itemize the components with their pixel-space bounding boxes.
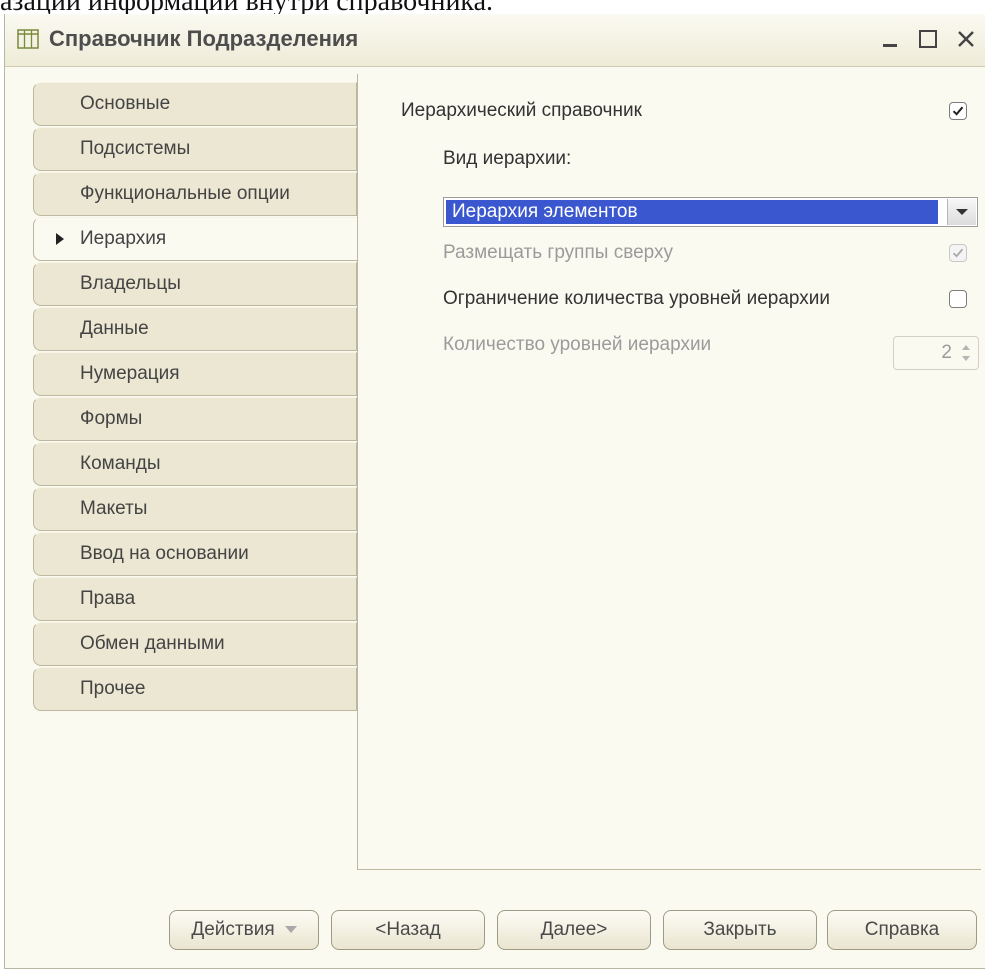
hierarchical-catalog-label: Иерархический справочник — [401, 100, 642, 121]
window-title: Справочник Подразделения — [49, 26, 359, 51]
hierarchy-kind-label: Вид иерархии: — [443, 148, 572, 169]
groups-on-top-checkbox[interactable] — [949, 244, 967, 262]
hierarchy-kind-value: Иерархия элементов — [446, 200, 938, 224]
nav-item-data[interactable]: Данные — [33, 307, 357, 351]
nav-item-label: Нумерация — [80, 363, 180, 384]
levels-count-label: Количество уровней иерархии — [443, 334, 712, 355]
sections-nav: Основные Подсистемы Функциональные опции… — [33, 82, 359, 712]
nav-item-other[interactable]: Прочее — [33, 667, 357, 711]
nav-item-label: Данные — [80, 318, 149, 339]
hierarchy-panel — [357, 74, 981, 870]
groups-on-top-label: Размещать группы сверху — [443, 242, 673, 263]
nav-item-label: Права — [80, 588, 136, 609]
nav-item-numbering[interactable]: Нумерация — [33, 352, 357, 396]
close-button-label: Закрыть — [703, 919, 777, 940]
dropdown-button[interactable] — [947, 199, 976, 225]
actions-button-label: Действия — [191, 919, 275, 940]
limit-levels-label: Ограничение количества уровней иерархии — [443, 288, 830, 309]
nav-item-hierarchy[interactable]: Иерархия — [33, 217, 359, 261]
nav-item-templates[interactable]: Макеты — [33, 487, 357, 531]
nav-item-functional-options[interactable]: Функциональные опции — [33, 172, 357, 216]
nav-item-label: Макеты — [80, 498, 148, 519]
nav-item-label: Основные — [80, 93, 171, 114]
caret-down-icon — [284, 926, 297, 934]
levels-count-value: 2 — [941, 342, 952, 363]
help-button[interactable]: Справка — [827, 910, 977, 950]
catalog-window: Справочник Подразделения Основные Подсис… — [4, 14, 985, 969]
nav-item-input-by-string[interactable]: Ввод на основании — [33, 532, 357, 576]
nav-item-data-exchange[interactable]: Обмен данными — [33, 622, 357, 666]
title-bar: Справочник Подразделения — [5, 14, 985, 67]
nav-item-label: Команды — [80, 453, 161, 474]
nav-item-rights[interactable]: Права — [33, 577, 357, 621]
nav-item-label: Ввод на основании — [80, 543, 249, 564]
nav-item-label: Иерархия — [80, 228, 167, 249]
minimize-icon[interactable] — [875, 24, 905, 54]
nav-item-subsystems[interactable]: Подсистемы — [33, 127, 357, 171]
back-button-label: <Назад — [375, 919, 441, 940]
chevron-down-icon — [956, 209, 968, 215]
close-icon[interactable] — [951, 24, 981, 54]
actions-button[interactable]: Действия — [169, 910, 319, 950]
nav-item-label: Функциональные опции — [80, 183, 290, 204]
next-button-label: Далее> — [540, 919, 608, 940]
close-button[interactable]: Закрыть — [663, 910, 817, 950]
nav-item-label: Подсистемы — [80, 138, 191, 159]
catalog-icon — [17, 28, 39, 50]
nav-item-label: Прочее — [80, 678, 146, 699]
nav-item-label: Владельцы — [80, 273, 181, 294]
nav-item-main[interactable]: Основные — [33, 82, 357, 126]
nav-item-commands[interactable]: Команды — [33, 442, 357, 486]
back-button[interactable]: <Назад — [331, 910, 485, 950]
current-arrow-icon — [56, 233, 64, 245]
hierarchy-kind-select[interactable]: Иерархия элементов — [443, 197, 978, 227]
levels-count-stepper[interactable]: 2 — [893, 336, 979, 370]
nav-item-label: Обмен данными — [80, 633, 225, 654]
next-button[interactable]: Далее> — [497, 910, 651, 950]
maximize-icon[interactable] — [913, 24, 943, 54]
limit-levels-checkbox[interactable] — [949, 290, 967, 308]
nav-item-forms[interactable]: Формы — [33, 397, 357, 441]
hierarchical-catalog-checkbox[interactable] — [949, 102, 967, 120]
help-button-label: Справка — [864, 919, 940, 940]
nav-item-label: Формы — [80, 408, 143, 429]
stepper-arrows-icon[interactable] — [959, 341, 973, 365]
nav-item-owners[interactable]: Владельцы — [33, 262, 357, 306]
